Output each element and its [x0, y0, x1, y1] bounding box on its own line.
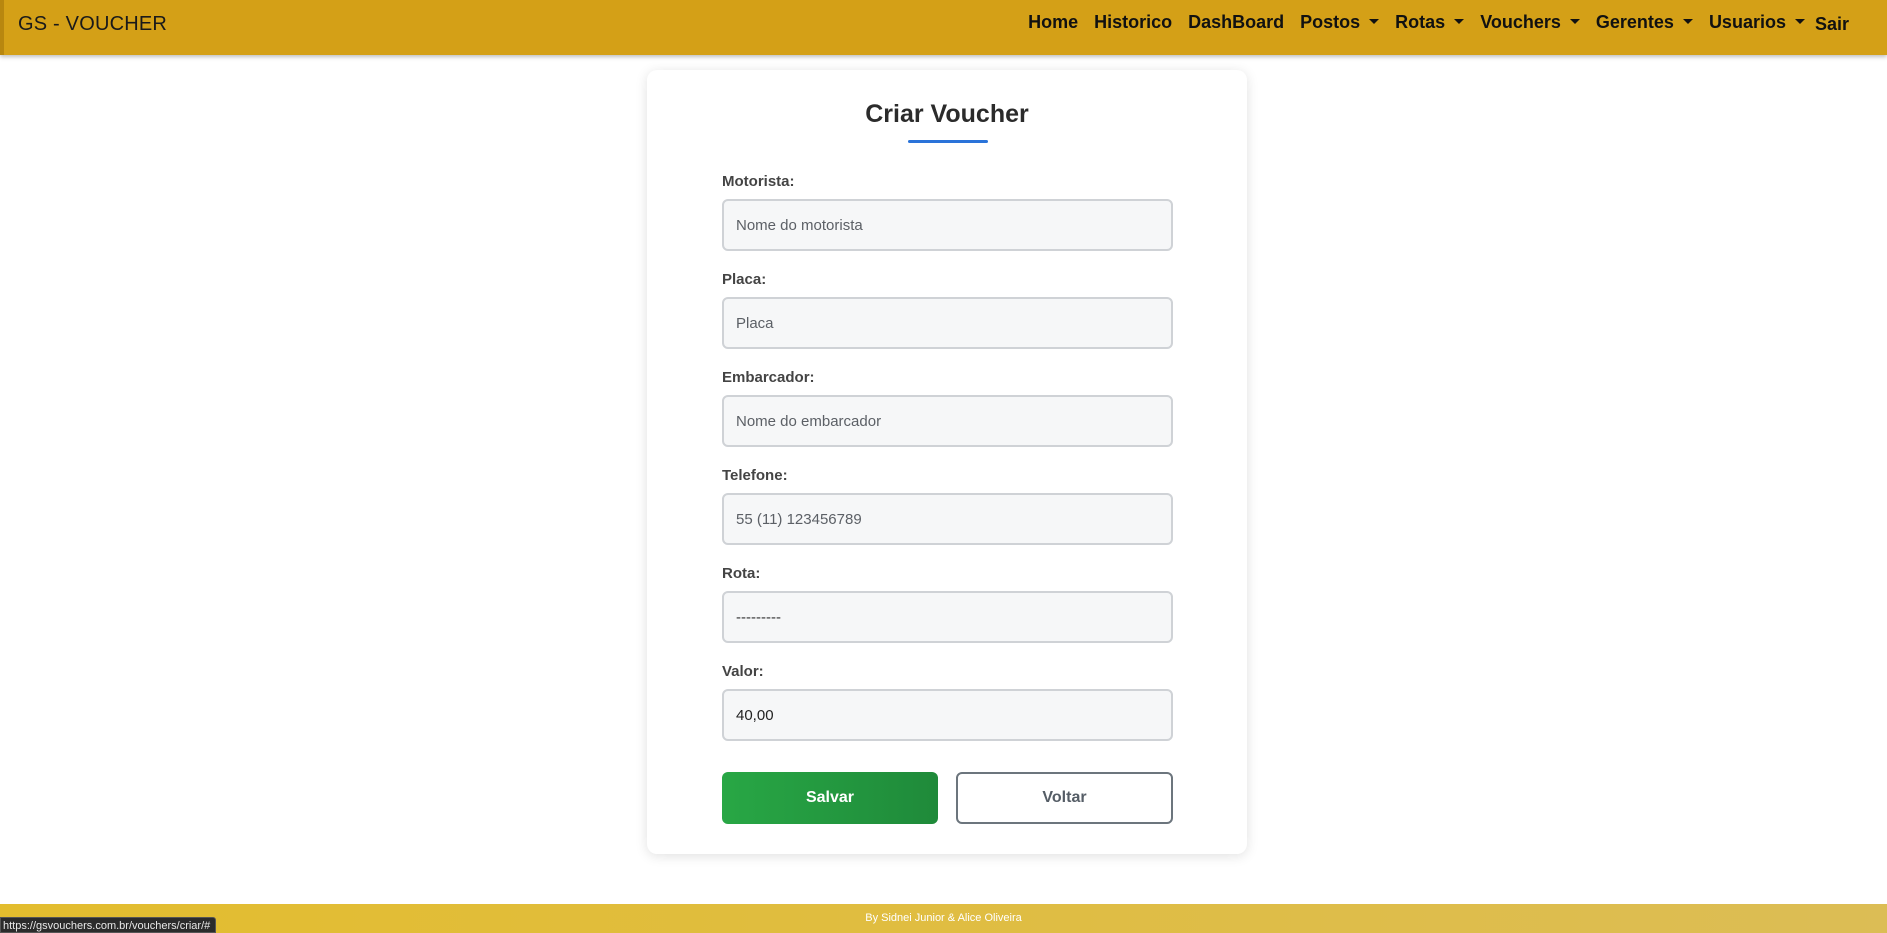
footer-credits: By Sidnei Junior & Alice Oliveira [865, 912, 1022, 924]
nav-gerentes-label: Gerentes [1595, 11, 1674, 32]
caret-down-icon [1569, 18, 1580, 24]
caret-down-icon [1682, 18, 1693, 24]
caret-down-icon [1454, 18, 1465, 24]
valor-input[interactable] [722, 689, 1173, 741]
status-bar-url: https://gsvouchers.com.br/vouchers/criar… [0, 917, 217, 933]
nav-vouchers-dropdown[interactable]: Vouchers [1480, 12, 1580, 33]
embarcador-label: Embarcador: [722, 369, 815, 386]
top-navbar: GS - VOUCHER Home Historico DashBoard Po… [0, 0, 1887, 55]
placa-input[interactable] [722, 297, 1173, 349]
telefone-input[interactable] [722, 493, 1173, 545]
create-voucher-card: Criar Voucher Motorista: Placa: Embarcad… [647, 70, 1247, 854]
brand-title[interactable]: GS - VOUCHER [18, 13, 167, 36]
back-button[interactable]: Voltar [956, 772, 1173, 824]
rota-select[interactable]: --------- [722, 591, 1173, 643]
telefone-label: Telefone: [722, 467, 788, 484]
nav-usuarios-dropdown[interactable]: Usuarios [1709, 12, 1805, 33]
nav-gerentes-dropdown[interactable]: Gerentes [1596, 12, 1693, 33]
page-title: Criar Voucher [865, 100, 1029, 128]
nav-vouchers-label: Vouchers [1480, 11, 1561, 32]
footer: By Sidnei Junior & Alice Oliveira [0, 904, 1887, 933]
caret-down-icon [1794, 18, 1805, 24]
nav-dashboard[interactable]: DashBoard [1188, 12, 1284, 33]
rota-label: Rota: [722, 565, 761, 582]
motorista-label: Motorista: [722, 173, 795, 190]
embarcador-input[interactable] [722, 395, 1173, 447]
placa-label: Placa: [722, 271, 767, 288]
nav-links: Home Historico DashBoard Postos Rotas Vo… [1012, 10, 1849, 35]
nav-postos-dropdown[interactable]: Postos [1300, 11, 1380, 33]
valor-label: Valor: [722, 663, 764, 680]
save-button[interactable]: Salvar [722, 772, 938, 824]
title-underline [908, 140, 988, 143]
motorista-input[interactable] [722, 199, 1173, 251]
nav-home[interactable]: Home [1028, 12, 1078, 33]
nav-rotas-dropdown[interactable]: Rotas [1395, 11, 1465, 33]
nav-postos-label: Postos [1300, 11, 1361, 32]
nav-rotas-label: Rotas [1395, 11, 1446, 32]
rota-selected-value: --------- [736, 608, 781, 626]
nav-historico[interactable]: Historico [1094, 12, 1172, 33]
caret-down-icon [1369, 18, 1380, 24]
nav-sair[interactable]: Sair [1815, 14, 1849, 35]
nav-usuarios-label: Usuarios [1708, 11, 1786, 32]
